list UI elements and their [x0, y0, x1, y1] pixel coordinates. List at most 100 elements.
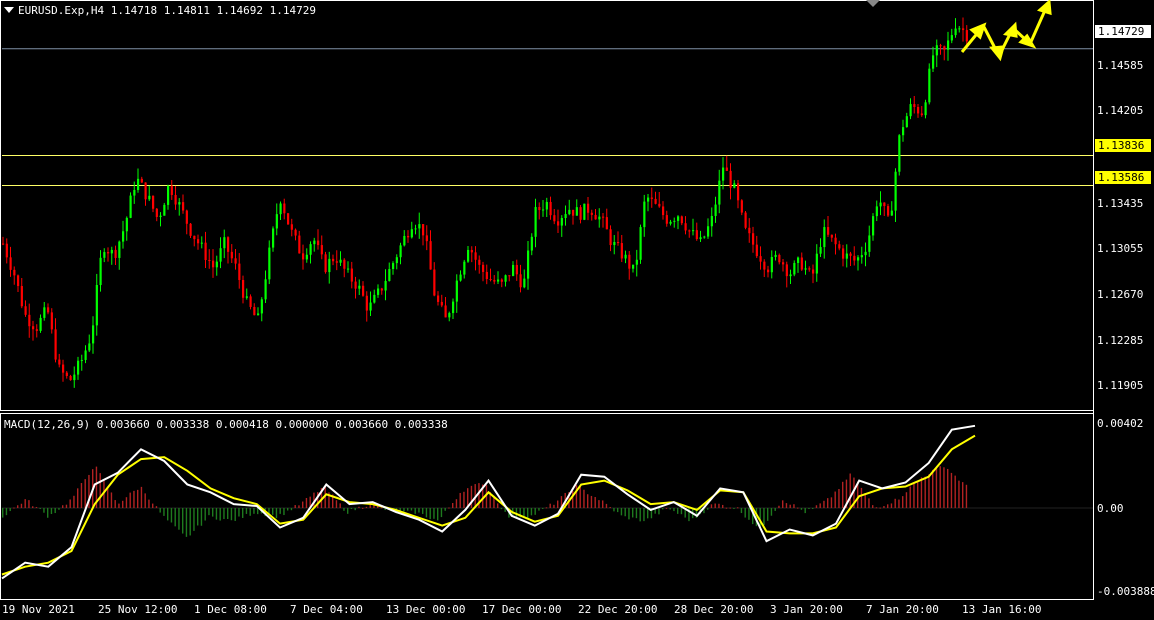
candle [868, 225, 871, 257]
candle [80, 354, 83, 371]
macd-histogram-bar [639, 507, 641, 522]
candle [830, 234, 833, 242]
candle [928, 63, 931, 105]
candle [590, 209, 593, 221]
macd-histogram-bar [54, 507, 56, 514]
candle [864, 242, 867, 267]
macd-histogram-bar [962, 482, 964, 508]
candle [122, 220, 125, 249]
macd-histogram-bar [785, 503, 788, 508]
candle [729, 163, 732, 200]
candle [77, 356, 80, 380]
chart-menu-triangle-icon[interactable] [4, 7, 14, 13]
candle [920, 106, 923, 117]
macd-histogram-bar [463, 491, 465, 508]
shift-marker-icon[interactable] [866, 0, 880, 7]
candle [50, 308, 53, 334]
macd-histogram-bar [422, 507, 424, 514]
macd-histogram-bar [575, 485, 578, 508]
macd-histogram-bar [812, 507, 814, 509]
macd-histogram-bar [298, 505, 300, 508]
candle [407, 230, 410, 243]
candle [530, 233, 533, 256]
price-chart-canvas[interactable] [0, 0, 1154, 620]
macd-histogram-bar [905, 492, 908, 508]
trading-terminal: EURUSD.Exp,H4 1.14718 1.14811 1.14692 1.… [0, 0, 1154, 620]
macd-histogram-bar [144, 493, 146, 508]
candle [470, 246, 473, 263]
macd-histogram-bar [444, 507, 446, 511]
candle [290, 218, 293, 237]
candle [380, 287, 383, 295]
macd-histogram-bar [680, 507, 683, 515]
candle [474, 246, 477, 271]
macd-histogram-bar [365, 506, 368, 508]
price-tick-label: 1.14205 [1097, 104, 1144, 118]
macd-histogram-bar [2, 507, 4, 518]
macd-histogram-bar [883, 506, 885, 508]
macd-histogram-bar [350, 507, 353, 509]
candle [118, 240, 121, 270]
macd-histogram-bar [673, 507, 675, 512]
candle [429, 230, 432, 270]
macd-histogram-bar [594, 497, 596, 508]
candle [909, 98, 912, 120]
macd-histogram-bar [744, 507, 746, 518]
candle [718, 169, 721, 214]
candle [568, 199, 571, 216]
candle [212, 249, 215, 278]
macd-histogram-bar [958, 480, 960, 508]
macd-histogram-bar [279, 507, 281, 514]
current-price-badge: 1.14729 [1095, 25, 1151, 38]
candle [778, 253, 781, 265]
candle [587, 196, 590, 221]
candle [703, 235, 706, 239]
candle [609, 225, 612, 252]
candle [24, 300, 27, 317]
candle [388, 262, 391, 282]
candle [943, 45, 946, 61]
macd-histogram-bar [774, 507, 776, 511]
candle [500, 278, 503, 288]
candle [392, 261, 395, 275]
candle [17, 274, 20, 292]
candle [572, 209, 575, 225]
candle [279, 201, 282, 220]
macd-histogram-bar [418, 507, 420, 513]
candle [215, 255, 218, 276]
lower-level-badge: 1.13586 [1095, 171, 1151, 184]
candle [32, 320, 35, 341]
candle [253, 303, 256, 316]
macd-histogram-bar [628, 507, 630, 520]
candle [767, 265, 770, 278]
forecast-arrowhead-1 [969, 22, 987, 40]
candle [688, 229, 691, 238]
macd-histogram-bar [189, 507, 191, 536]
macd-histogram-bar [433, 507, 435, 519]
candle [313, 237, 316, 252]
candle [755, 235, 758, 259]
time-tick-label: 13 Dec 00:00 [386, 603, 466, 616]
candle [602, 213, 605, 228]
macd-histogram-bar [894, 498, 896, 508]
macd-histogram-bar [204, 507, 206, 521]
macd-histogram-bar [538, 507, 540, 511]
macd-histogram-bar [32, 506, 34, 508]
candle [542, 199, 545, 217]
macd-histogram-bar [800, 507, 803, 510]
candle [939, 43, 942, 55]
candle [958, 26, 961, 33]
candle [594, 209, 597, 220]
macd-histogram-bar [429, 507, 431, 520]
candle [65, 371, 68, 379]
candle [204, 231, 207, 268]
macd-histogram-bar [47, 507, 49, 518]
candle [2, 236, 5, 246]
macd-histogram-bar [909, 486, 911, 508]
candle [238, 253, 241, 289]
candle [643, 194, 646, 237]
candle [9, 246, 12, 277]
candle [838, 240, 841, 251]
macd-histogram-bar [722, 504, 724, 508]
macd-histogram-bar [849, 473, 851, 508]
